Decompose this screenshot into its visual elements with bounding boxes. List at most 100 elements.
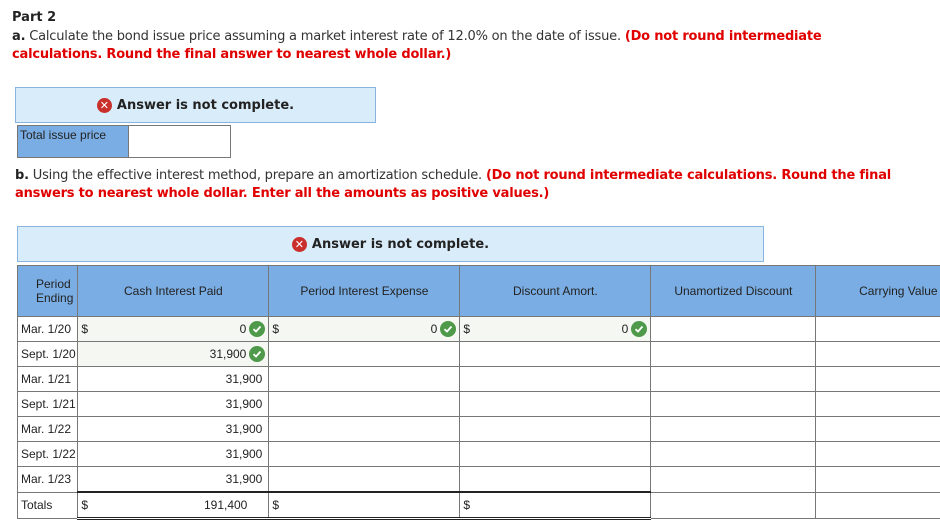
total-issue-price-row: Total issue price (17, 125, 231, 158)
table-header-row: Period Ending Cash Interest Paid Period … (18, 266, 940, 317)
unamortized-discount-cell (651, 367, 816, 392)
table-row: Mar. 1/20$$$ (18, 317, 940, 342)
header-unamortized-discount: Unamortized Discount (651, 266, 816, 317)
unamortized-discount-cell (651, 342, 816, 367)
carrying-value-input[interactable] (819, 397, 940, 411)
cash-interest-paid-input[interactable] (91, 322, 249, 336)
discount-amort-input[interactable] (473, 322, 631, 336)
discount-amort-cell (460, 417, 651, 442)
period-interest-expense-input[interactable] (272, 397, 456, 411)
table-row: Mar. 1/22 (18, 417, 940, 442)
header-discount-amort: Discount Amort. (460, 266, 651, 317)
period-interest-expense-input[interactable] (272, 472, 456, 486)
header-cash-interest-paid: Cash Interest Paid (78, 266, 269, 317)
currency-symbol: $ (463, 322, 473, 336)
cash-interest-paid-input[interactable] (81, 397, 265, 411)
cash-interest-paid-cell (78, 342, 269, 367)
cash-interest-paid-cell (78, 392, 269, 417)
unamortized-discount-input[interactable] (654, 422, 812, 436)
unamortized-discount-cell (651, 417, 816, 442)
check-circle-icon (631, 321, 647, 337)
carrying-value-cell (816, 342, 940, 367)
totals-empty-cell (651, 492, 816, 519)
carrying-value-input[interactable] (819, 447, 940, 461)
carrying-value-cell (816, 467, 940, 493)
banner-a-text: Answer is not complete. (117, 98, 294, 113)
carrying-value-input[interactable] (819, 472, 940, 486)
cash-interest-paid-cell (78, 417, 269, 442)
currency-symbol: $ (81, 322, 91, 336)
cash-interest-paid-cell (78, 367, 269, 392)
period-ending-cell: Mar. 1/22 (18, 417, 78, 442)
period-interest-expense-cell: $ (269, 317, 460, 342)
carrying-value-input[interactable] (819, 422, 940, 436)
period-interest-expense-cell (269, 467, 460, 493)
totals-empty-cell (816, 492, 940, 519)
total-discount-amort-cell: $ (460, 492, 651, 519)
cash-interest-paid-input[interactable] (81, 422, 265, 436)
carrying-value-input[interactable] (819, 347, 940, 361)
discount-amort-input[interactable] (463, 372, 647, 386)
cash-interest-paid-cell (78, 467, 269, 493)
discount-amort-cell (460, 392, 651, 417)
cash-interest-paid-cell: $ (78, 317, 269, 342)
period-interest-expense-cell (269, 417, 460, 442)
x-circle-icon: ✕ (97, 98, 112, 113)
period-interest-expense-cell (269, 367, 460, 392)
carrying-value-input[interactable] (819, 322, 940, 336)
header-period-interest-expense: Period Interest Expense (269, 266, 460, 317)
header-carrying-value: Carrying Value (816, 266, 940, 317)
discount-amort-input[interactable] (463, 447, 647, 461)
cash-interest-paid-input[interactable] (81, 372, 265, 386)
part-a-text: Calculate the bond issue price assuming … (25, 29, 625, 44)
part-b-instructions: b. Using the effective interest method, … (15, 167, 940, 203)
period-interest-expense-input[interactable] (272, 422, 456, 436)
period-interest-expense-input[interactable] (272, 447, 456, 461)
unamortized-discount-input[interactable] (654, 322, 812, 336)
unamortized-discount-input[interactable] (654, 347, 812, 361)
discount-amort-cell: $ (460, 317, 651, 342)
unamortized-discount-cell (651, 392, 816, 417)
period-ending-cell: Sept. 1/21 (18, 392, 78, 417)
cash-interest-paid-cell (78, 442, 269, 467)
answer-incomplete-banner-b: ✕ Answer is not complete. (17, 226, 764, 262)
cash-interest-paid-input[interactable] (81, 447, 265, 461)
period-interest-expense-input[interactable] (272, 372, 456, 386)
part-b-text: Using the effective interest method, pre… (29, 168, 486, 183)
unamortized-discount-input[interactable] (654, 472, 812, 486)
discount-amort-input[interactable] (463, 397, 647, 411)
part-b-label: b. (15, 168, 29, 183)
check-circle-icon (249, 321, 265, 337)
unamortized-discount-input[interactable] (654, 372, 812, 386)
unamortized-discount-cell (651, 317, 816, 342)
period-interest-expense-cell (269, 392, 460, 417)
currency-symbol: $ (272, 322, 282, 336)
discount-amort-input[interactable] (463, 472, 647, 486)
banner-b-text: Answer is not complete. (312, 237, 489, 252)
discount-amort-input[interactable] (463, 347, 647, 361)
cash-interest-paid-input[interactable] (81, 347, 249, 361)
table-row: Mar. 1/21 (18, 367, 940, 392)
x-circle-icon: ✕ (292, 237, 307, 252)
carrying-value-input[interactable] (819, 372, 940, 386)
period-interest-expense-input[interactable] (282, 322, 440, 336)
answer-incomplete-banner-a: ✕ Answer is not complete. (15, 87, 376, 123)
unamortized-discount-cell (651, 442, 816, 467)
discount-amort-input[interactable] (463, 422, 647, 436)
table-row: Sept. 1/21 (18, 392, 940, 417)
table-row: Mar. 1/23 (18, 467, 940, 493)
cash-interest-paid-input[interactable] (81, 472, 265, 486)
total-issue-price-input[interactable] (129, 126, 230, 157)
totals-row: Totals$191,400$$ (18, 492, 940, 519)
unamortized-discount-input[interactable] (654, 447, 812, 461)
period-ending-cell: Sept. 1/20 (18, 342, 78, 367)
carrying-value-cell (816, 417, 940, 442)
total-issue-price-label: Total issue price (18, 126, 129, 157)
check-circle-icon (440, 321, 456, 337)
unamortized-discount-input[interactable] (654, 397, 812, 411)
period-interest-expense-cell (269, 342, 460, 367)
period-interest-expense-input[interactable] (272, 347, 456, 361)
check-circle-icon (249, 346, 265, 362)
carrying-value-cell (816, 392, 940, 417)
discount-amort-cell (460, 467, 651, 493)
